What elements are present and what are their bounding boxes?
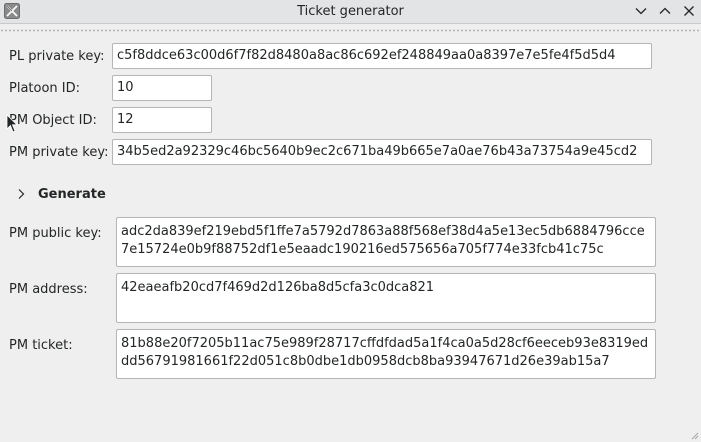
- pm-public-key-label: PM public key:: [9, 226, 102, 241]
- platoon-id-input[interactable]: 10: [112, 75, 212, 101]
- pl-private-key-label: PL private key:: [9, 49, 105, 64]
- title-bar[interactable]: Ticket generator: [0, 0, 701, 24]
- pm-address-output[interactable]: 42eaeafb20cd7f469d2d126ba8d5cfa3c0dca821: [116, 273, 656, 323]
- pm-private-key-input[interactable]: 34b5ed2a92329c46bc5640b9ec2c671ba49b665e…: [112, 139, 652, 165]
- pm-public-key-output[interactable]: adc2da839ef219ebd5f1ffe7a5792d7863a88f56…: [116, 217, 656, 267]
- pm-private-key-label: PM private key:: [9, 145, 109, 160]
- pm-address-label: PM address:: [9, 282, 88, 297]
- generate-button[interactable]: Generate: [14, 184, 106, 204]
- close-icon[interactable]: [681, 3, 697, 19]
- pm-object-id-input[interactable]: 12: [112, 107, 212, 133]
- pl-private-key-input[interactable]: c5f8ddce63c00d6f7f82d8480a8ac86c692ef248…: [112, 43, 652, 69]
- mouse-cursor-icon: [6, 114, 18, 133]
- toolbar-grip[interactable]: [0, 29, 701, 32]
- chevron-right-icon: [18, 189, 25, 199]
- chevron-up-icon[interactable]: [657, 3, 673, 19]
- resize-grip-icon[interactable]: [689, 430, 699, 440]
- pm-ticket-output[interactable]: 81b88e20f7205b11ac75e989f28717cffdfdad5a…: [116, 329, 656, 379]
- pm-ticket-label: PM ticket:: [9, 338, 73, 353]
- window-title: Ticket generator: [297, 4, 404, 19]
- app-window: Ticket generator PL private key: c5f8ddc…: [0, 0, 701, 442]
- platoon-id-label: Platoon ID:: [9, 81, 81, 96]
- pm-object-id-label: PM Object ID:: [9, 113, 97, 128]
- generate-label: Generate: [38, 186, 106, 202]
- chevron-down-icon[interactable]: [633, 3, 649, 19]
